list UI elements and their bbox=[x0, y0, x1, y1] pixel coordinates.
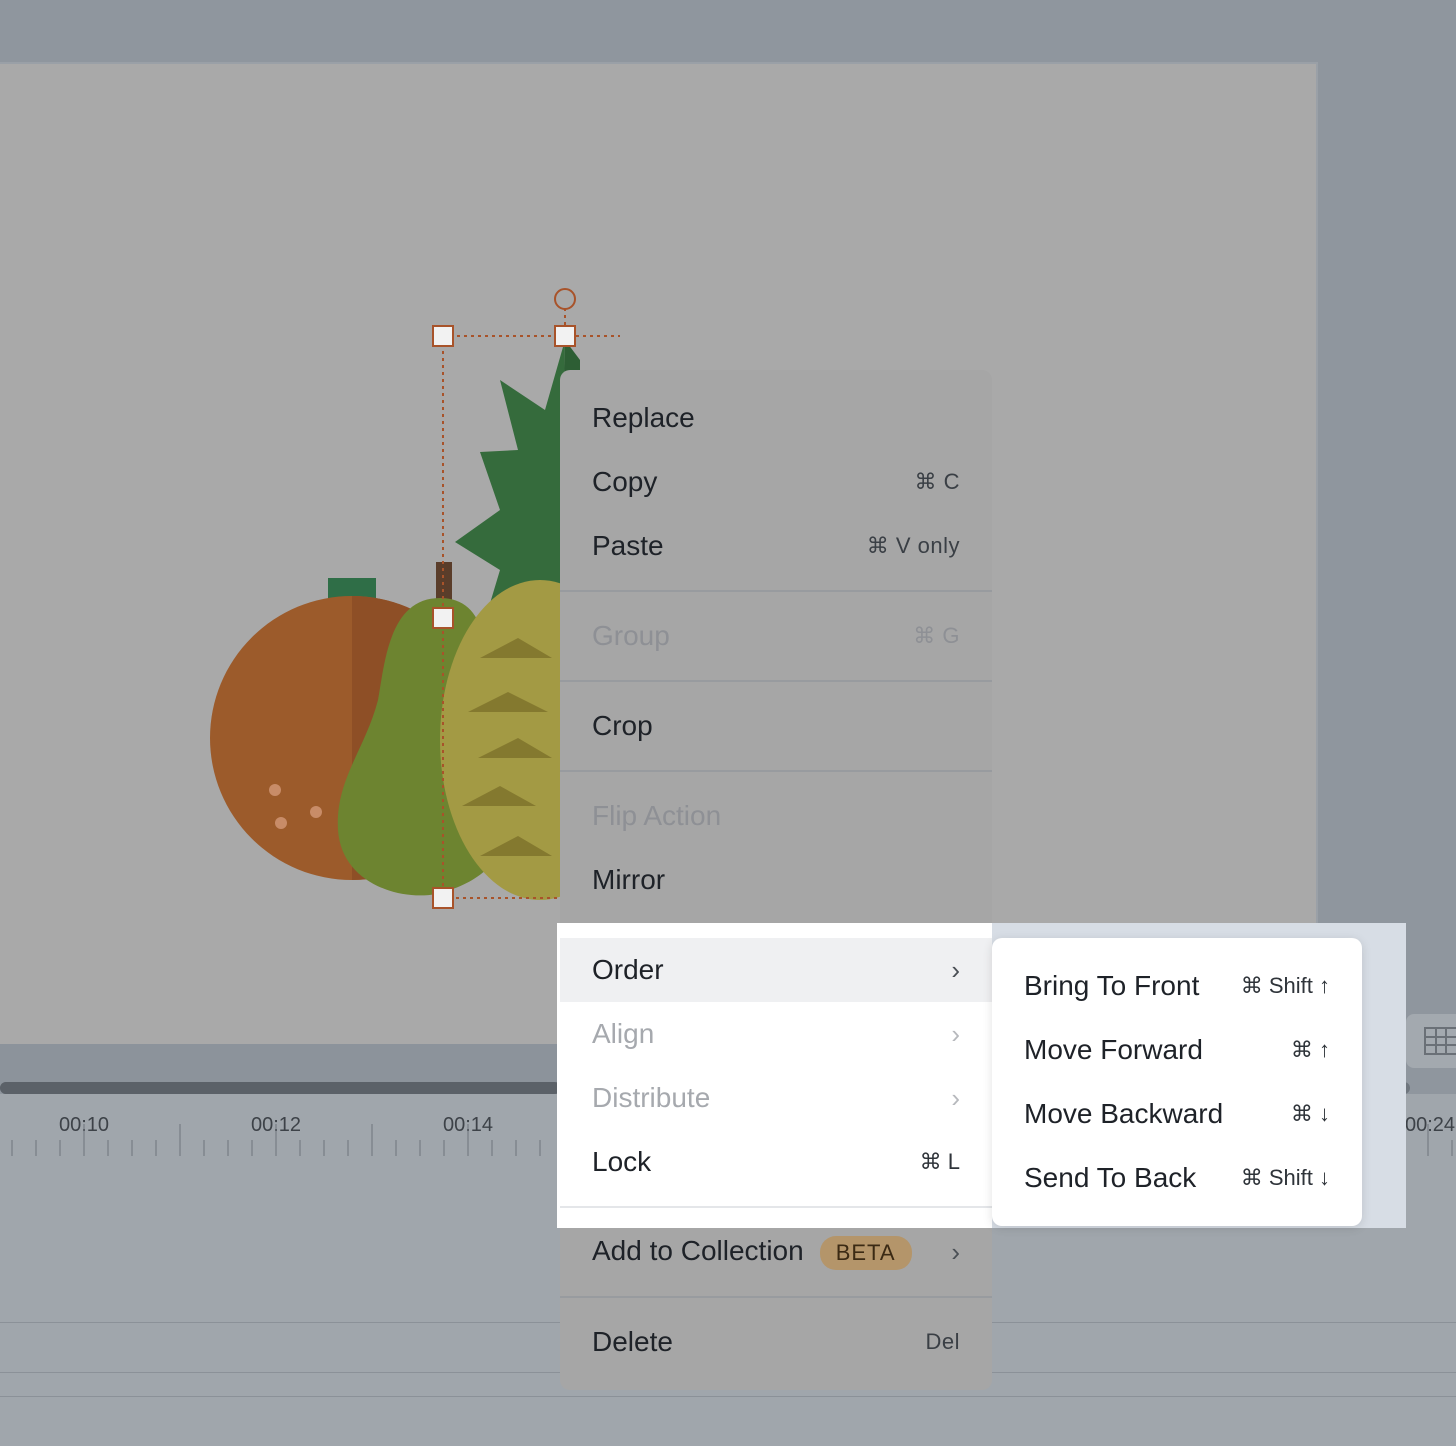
menu-item-order[interactable]: Order › bbox=[560, 938, 992, 1002]
submenu-item-shortcut: ⌘ Shift ↓ bbox=[1240, 1165, 1330, 1190]
resize-handle-bottom-left[interactable] bbox=[432, 887, 454, 909]
track-divider bbox=[0, 1396, 1456, 1397]
menu-separator bbox=[560, 590, 992, 592]
menu-item-copy[interactable]: Copy ⌘ C bbox=[560, 450, 992, 514]
menu-item-label: Flip Action bbox=[592, 800, 722, 831]
menu-item-label: Lock bbox=[592, 1146, 652, 1177]
order-submenu: Bring To Front ⌘ Shift ↑ Move Forward ⌘ … bbox=[992, 938, 1362, 1226]
grid-icon bbox=[1424, 1027, 1456, 1055]
menu-item-shortcut: Del bbox=[925, 1329, 960, 1354]
submenu-item-shortcut: ⌘ ↓ bbox=[1290, 1101, 1330, 1126]
submenu-item-label: Send To Back bbox=[1024, 1162, 1197, 1193]
menu-item-crop[interactable]: Crop bbox=[560, 694, 992, 758]
resize-handle-left[interactable] bbox=[432, 607, 454, 629]
menu-item-add-to-collection[interactable]: Add to Collection BETA › bbox=[560, 1220, 992, 1284]
right-panel-strip bbox=[1318, 62, 1456, 1046]
menu-item-label: Crop bbox=[592, 710, 653, 741]
submenu-item-send-to-back[interactable]: Send To Back ⌘ Shift ↓ bbox=[992, 1146, 1362, 1210]
menu-separator bbox=[560, 1296, 992, 1298]
playback-progress-fill bbox=[0, 1082, 560, 1094]
beta-badge: BETA bbox=[819, 1235, 912, 1270]
menu-item-mirror[interactable]: Mirror bbox=[560, 848, 992, 912]
menu-item-shortcut: ⌘ L bbox=[919, 1149, 960, 1174]
fruit-illustration[interactable] bbox=[200, 280, 620, 920]
menu-item-lock[interactable]: Lock ⌘ L bbox=[560, 1130, 992, 1194]
menu-item-label: Distribute bbox=[592, 1082, 711, 1113]
menu-item-paste[interactable]: Paste ⌘ V only bbox=[560, 514, 992, 578]
submenu-item-bring-to-front[interactable]: Bring To Front ⌘ Shift ↑ bbox=[992, 954, 1362, 1018]
resize-handle-top[interactable] bbox=[554, 325, 576, 347]
menu-item-label: Group bbox=[592, 620, 670, 651]
menu-item-delete[interactable]: Delete Del bbox=[560, 1310, 992, 1374]
submenu-item-move-backward[interactable]: Move Backward ⌘ ↓ bbox=[992, 1082, 1362, 1146]
menu-separator bbox=[560, 1206, 992, 1208]
rotate-handle[interactable] bbox=[554, 288, 576, 310]
canvas-bottom-bar bbox=[0, 1044, 560, 1084]
menu-item-shortcut: ⌘ G bbox=[913, 623, 960, 648]
chevron-right-icon: › bbox=[951, 1236, 960, 1267]
chevron-right-icon: › bbox=[951, 1082, 960, 1113]
menu-item-replace[interactable]: Replace bbox=[560, 386, 992, 450]
submenu-item-label: Bring To Front bbox=[1024, 970, 1200, 1001]
chevron-right-icon: › bbox=[951, 1018, 960, 1049]
menu-item-label: Replace bbox=[592, 402, 695, 433]
menu-item-label: Order bbox=[592, 954, 664, 985]
menu-item-group[interactable]: Group ⌘ G bbox=[560, 604, 992, 668]
menu-separator bbox=[560, 770, 992, 772]
menu-item-shortcut: ⌘ C bbox=[914, 469, 960, 494]
submenu-item-label: Move Backward bbox=[1024, 1098, 1224, 1129]
menu-item-label: Paste bbox=[592, 530, 664, 561]
submenu-item-label: Move Forward bbox=[1024, 1034, 1203, 1065]
menu-item-label: Align bbox=[592, 1018, 655, 1049]
submenu-item-shortcut: ⌘ ↑ bbox=[1290, 1037, 1330, 1062]
menu-separator bbox=[560, 680, 992, 682]
menu-item-label: Copy bbox=[592, 466, 658, 497]
submenu-item-shortcut: ⌘ Shift ↑ bbox=[1240, 973, 1330, 998]
pineapple-leaves bbox=[455, 340, 565, 620]
menu-item-label: Mirror bbox=[592, 864, 666, 895]
grid-toggle-button[interactable] bbox=[1406, 1014, 1456, 1068]
chevron-right-icon: › bbox=[951, 954, 960, 985]
submenu-item-move-forward[interactable]: Move Forward ⌘ ↑ bbox=[992, 1018, 1362, 1082]
menu-item-distribute[interactable]: Distribute › bbox=[560, 1066, 992, 1130]
context-menu: Replace Copy ⌘ C Paste ⌘ V only Group ⌘ … bbox=[560, 370, 992, 1390]
menu-item-align[interactable]: Align › bbox=[560, 1002, 992, 1066]
menu-item-label: Delete bbox=[592, 1326, 673, 1357]
menu-item-flip-action[interactable]: Flip Action bbox=[560, 784, 992, 848]
resize-handle-top-left[interactable] bbox=[432, 325, 454, 347]
menu-item-shortcut: ⌘ V only bbox=[866, 533, 960, 558]
menu-item-label: Add to Collection bbox=[592, 1234, 804, 1266]
